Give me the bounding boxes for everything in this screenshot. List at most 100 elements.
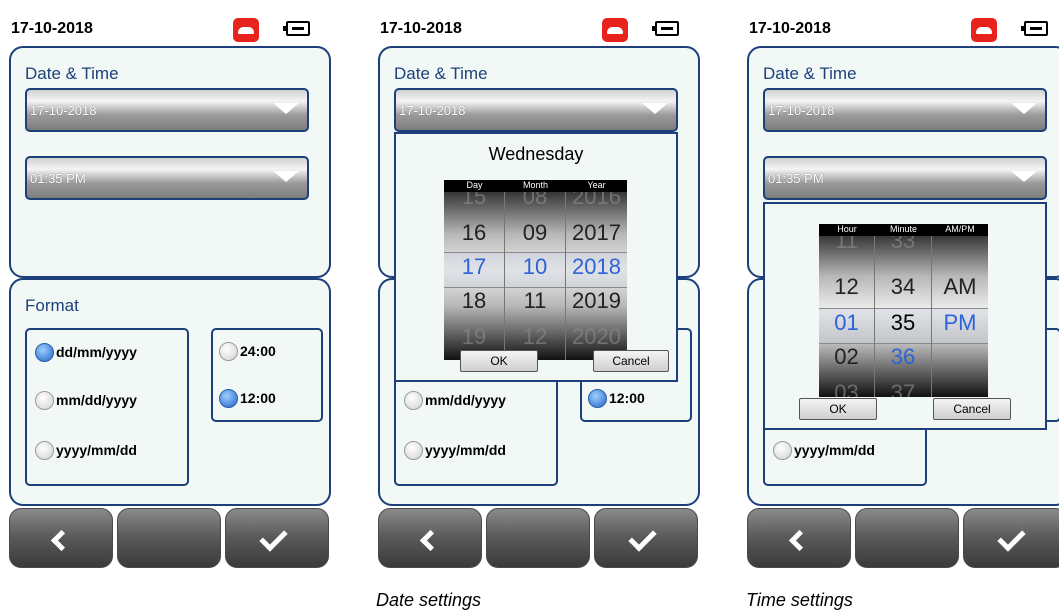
back-chevron-icon bbox=[788, 529, 811, 552]
radio-label: 12:00 bbox=[240, 390, 276, 406]
radio-mm-dd-yyyy[interactable]: mm/dd/yyyy bbox=[404, 389, 506, 411]
month-cell: 09 bbox=[522, 220, 548, 245]
date-wheel[interactable]: Day Month Year 15 16 17 18 19 08 09 10 1… bbox=[444, 180, 627, 360]
year-cell: 2017 bbox=[572, 220, 621, 245]
radio-selected-icon bbox=[219, 388, 238, 408]
radio-label: mm/dd/yyyy bbox=[56, 392, 137, 408]
year-column[interactable]: 2016 2017 2018 2019 2020 bbox=[566, 192, 627, 360]
day-cell-selected: 17 bbox=[461, 254, 487, 279]
ampm-cell-selected: PM bbox=[943, 310, 977, 335]
minute-cell-selected: 35 bbox=[890, 310, 916, 335]
radio-12h[interactable]: 12:00 bbox=[219, 387, 276, 409]
ampm-column[interactable]: AM PM bbox=[932, 236, 988, 397]
date-picker-popup: Wednesday Day Month Year 15 16 17 18 19 … bbox=[394, 132, 678, 382]
blank-button[interactable] bbox=[117, 508, 221, 568]
ampm-cell: AM bbox=[943, 274, 977, 299]
back-button[interactable] bbox=[9, 508, 113, 568]
format-panel: Format dd/mm/yyyy mm/dd/yyyy yyyy/mm/dd … bbox=[9, 278, 331, 506]
date-dropdown[interactable]: 17-10-2018 bbox=[394, 88, 678, 132]
checkmark-icon bbox=[997, 523, 1026, 552]
day-column[interactable]: 15 16 17 18 19 bbox=[444, 192, 505, 360]
year-cell-selected: 2018 bbox=[572, 254, 621, 279]
radio-selected-icon bbox=[588, 388, 607, 408]
confirm-button[interactable] bbox=[225, 508, 329, 568]
date-dropdown[interactable]: 17-10-2018 bbox=[763, 88, 1047, 132]
radio-mm-dd-yyyy[interactable]: mm/dd/yyyy bbox=[35, 389, 137, 411]
status-bar: 17-10-2018 bbox=[378, 12, 708, 46]
radio-yyyy-mm-dd[interactable]: yyyy/mm/dd bbox=[773, 439, 875, 461]
device-screen-1: 17-10-2018 Date & Time 17-10-2018 01:35 … bbox=[9, 12, 339, 579]
day-cell: 15 bbox=[461, 192, 487, 209]
status-date: 17-10-2018 bbox=[11, 20, 93, 37]
time-value: 01:35 PM bbox=[30, 171, 86, 186]
battery-icon bbox=[652, 21, 679, 36]
panel-title: Date & Time bbox=[25, 64, 119, 83]
nav-bar bbox=[378, 506, 708, 579]
radio-label: yyyy/mm/dd bbox=[794, 442, 875, 458]
blank-button[interactable] bbox=[855, 508, 959, 568]
minute-column[interactable]: 33 34 35 36 37 bbox=[875, 236, 932, 397]
phone-hangup-icon bbox=[971, 18, 997, 42]
radio-24h[interactable]: 24:00 bbox=[219, 340, 276, 362]
status-date: 17-10-2018 bbox=[380, 20, 462, 37]
radio-label: yyyy/mm/dd bbox=[56, 442, 137, 458]
time-format-group: 24:00 12:00 bbox=[211, 328, 323, 422]
hour-cell-selected: 01 bbox=[834, 310, 859, 335]
hour-cell: 03 bbox=[834, 380, 859, 397]
checkmark-icon bbox=[259, 523, 288, 552]
month-column[interactable]: 08 09 10 11 12 bbox=[505, 192, 566, 360]
weekday-label: Wednesday bbox=[488, 144, 584, 164]
blank-button[interactable] bbox=[486, 508, 590, 568]
cancel-button[interactable]: Cancel bbox=[933, 398, 1011, 420]
wheel-header-minute: Minute bbox=[889, 224, 917, 234]
month-cell: 08 bbox=[522, 192, 548, 209]
nav-bar bbox=[9, 506, 339, 579]
radio-unselected-icon bbox=[404, 390, 423, 410]
hour-cell: 11 bbox=[835, 236, 858, 253]
day-cell: 16 bbox=[461, 220, 487, 245]
radio-unselected-icon bbox=[219, 341, 238, 361]
back-button[interactable] bbox=[747, 508, 851, 568]
time-picker-popup: Hour Minute AM/PM 11 12 01 02 03 33 34 3… bbox=[763, 202, 1047, 430]
month-cell: 11 bbox=[523, 288, 547, 313]
radio-label: 12:00 bbox=[609, 390, 645, 406]
cancel-button[interactable]: Cancel bbox=[593, 350, 669, 372]
radio-selected-icon bbox=[35, 342, 54, 362]
time-dropdown[interactable]: 01:35 PM bbox=[25, 156, 309, 200]
hour-column[interactable]: 11 12 01 02 03 bbox=[819, 236, 875, 397]
radio-label: dd/mm/yyyy bbox=[56, 344, 137, 360]
month-cell-selected: 10 bbox=[522, 254, 548, 279]
caption-date-settings: Date settings bbox=[376, 590, 482, 610]
time-dropdown[interactable]: 01:35 PM bbox=[763, 156, 1047, 200]
status-date: 17-10-2018 bbox=[749, 20, 831, 37]
battery-icon bbox=[283, 21, 310, 36]
confirm-button[interactable] bbox=[594, 508, 698, 568]
format-title: Format bbox=[25, 296, 79, 315]
radio-yyyy-mm-dd[interactable]: yyyy/mm/dd bbox=[404, 439, 506, 461]
year-cell: 2016 bbox=[572, 192, 621, 209]
device-screen-2: 17-10-2018 Date & Time 17-10-2018 mm/dd/… bbox=[378, 12, 708, 579]
panel-title: Date & Time bbox=[394, 64, 488, 83]
chevron-down-icon bbox=[1011, 103, 1037, 114]
wheel-header: Day Month Year bbox=[444, 180, 627, 192]
radio-dd-mm-yyyy[interactable]: dd/mm/yyyy bbox=[35, 341, 137, 363]
date-dropdown[interactable]: 17-10-2018 bbox=[25, 88, 309, 132]
panel-title: Date & Time bbox=[763, 64, 857, 83]
ok-button[interactable]: OK bbox=[460, 350, 538, 372]
status-bar: 17-10-2018 bbox=[747, 12, 1059, 46]
wheel-header-ampm: AM/PM bbox=[945, 224, 975, 234]
ok-button[interactable]: OK bbox=[799, 398, 877, 420]
status-bar: 17-10-2018 bbox=[9, 12, 339, 46]
time-wheel[interactable]: Hour Minute AM/PM 11 12 01 02 03 33 34 3… bbox=[819, 224, 988, 397]
chevron-down-icon bbox=[642, 103, 668, 114]
radio-label: 24:00 bbox=[240, 343, 276, 359]
hour-cell: 02 bbox=[834, 344, 859, 369]
minute-cell: 33 bbox=[890, 236, 916, 253]
wheel-header-day: Day bbox=[466, 180, 483, 190]
back-button[interactable] bbox=[378, 508, 482, 568]
radio-12h[interactable]: 12:00 bbox=[588, 387, 645, 409]
confirm-button[interactable] bbox=[963, 508, 1059, 568]
day-cell: 19 bbox=[461, 324, 487, 349]
radio-yyyy-mm-dd[interactable]: yyyy/mm/dd bbox=[35, 439, 137, 461]
date-value: 17-10-2018 bbox=[768, 103, 835, 118]
